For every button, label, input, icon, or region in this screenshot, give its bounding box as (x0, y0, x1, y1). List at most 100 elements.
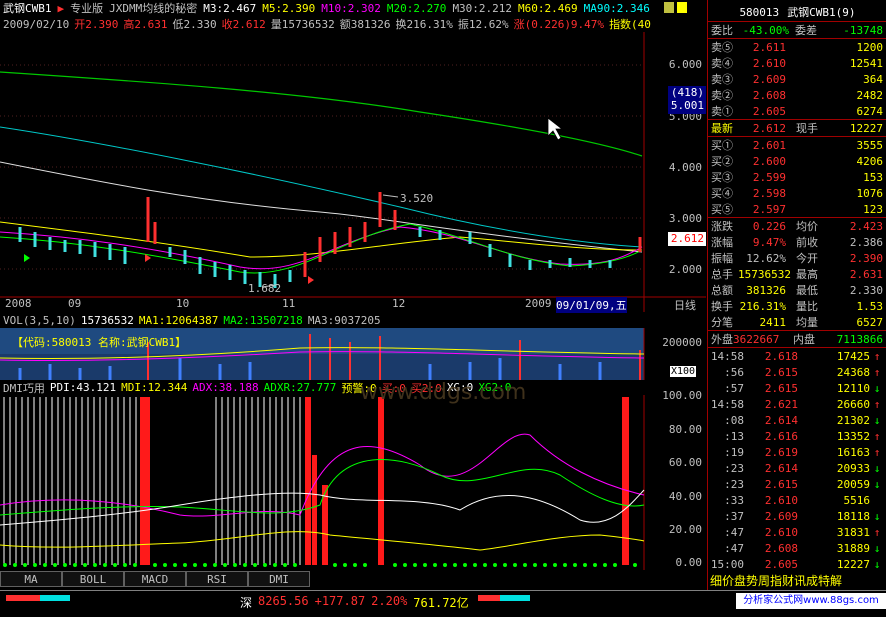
indicator-title[interactable]: JXDMM均线的秘密 (109, 0, 197, 16)
bar-high: 高2.631 (123, 18, 168, 31)
dmi-watermark: www.ddgs.com (360, 380, 527, 405)
buy5-row: 买⑤ 2.597 123 (711, 202, 883, 217)
index-ticker[interactable]: 深 8265.56 +177.87 2.20% 761.72亿 (240, 594, 469, 611)
tick-row: :23 2.615 20059 ↓ (724, 477, 881, 491)
dmi-axis-40: 40.00 (668, 490, 702, 503)
x-label-12: 12 (392, 297, 406, 310)
play-icon[interactable]: ▶ (58, 2, 65, 15)
status-bar: 深 8265.56 +177.87 2.20% 761.72亿 分析家公式网ww… (0, 590, 886, 617)
x-label-cursor-date: 09/01/09,五 (556, 297, 627, 313)
vol-axis-top: 200000 (662, 336, 702, 349)
volume-code-label: 【代码:580013 名称:武钢CWB1】 (12, 336, 187, 349)
quote-bottom-tabs[interactable]: 细价盘势周指财讯成特解 (708, 572, 886, 588)
tick-row: :37 2.609 18118 ↓ (724, 509, 881, 523)
bar-change: 涨(0.226)9.47% (513, 18, 605, 31)
buy4-row: 买④ 2.598 1076 (711, 186, 883, 201)
quote-name: 武钢CWB1(9) (787, 6, 856, 19)
vol-value: 15736532 (80, 313, 134, 327)
bar-low: 低2.330 (172, 18, 217, 31)
price-axis-2: 2.000 (668, 263, 702, 276)
sell5-row: 卖⑤ 2.611 1200 (711, 40, 883, 55)
buy1-row: 买① 2.601 3555 (711, 138, 883, 153)
tick-row: :47 2.608 31889 ↓ (724, 541, 881, 555)
stat-row-6: 分笔 2411 均量 6527 (711, 315, 883, 330)
tick-row: :19 2.619 16163 ↑ (724, 445, 881, 459)
sell3-row: 卖③ 2.609 364 (711, 72, 883, 87)
weicha-value: -13748 (843, 23, 883, 37)
lock-icon[interactable] (664, 2, 674, 13)
tick-row: :47 2.610 31831 ↑ (724, 525, 881, 539)
bar-date: 2009/02/10 (3, 17, 70, 31)
arrow-icon[interactable] (677, 2, 687, 13)
x-label-period[interactable]: 日线 (674, 297, 696, 313)
sell4-row: 卖④ 2.610 12541 (711, 56, 883, 71)
ma3-label: M3:2.467 (203, 1, 257, 15)
latest-row: 最新 2.612 现手 12227 (711, 121, 883, 136)
bar-close: 收2.612 (221, 18, 266, 31)
x-label-10: 10 (176, 297, 190, 310)
dmi-chart[interactable] (0, 395, 706, 570)
weibi-row: 委比 -43.00% 委差 -13748 (708, 22, 886, 38)
tick-row: :56 2.615 24368 ↑ (724, 365, 881, 379)
tab-ma[interactable]: MA (0, 571, 62, 587)
outer-inner-row: 外盘 3622667 内盘 7113866 (711, 332, 883, 347)
stat-row-4: 总额 381326 最低 2.330 (711, 283, 883, 298)
vol-ma3: MA3:9037205 (307, 313, 381, 327)
dmi-adxr: ADXR:27.777 (263, 381, 337, 394)
tick-row: :08 2.614 21302 ↓ (724, 413, 881, 427)
ma10-label: M10:2.302 (321, 1, 381, 15)
stat-row-2: 振幅 12.62% 今开 2.390 (711, 251, 883, 266)
vol-label: VOL(3,5,10) (3, 313, 76, 327)
peak-annotation: 3.520 (400, 192, 433, 205)
dmi-axis-0: 0.00 (675, 556, 703, 569)
dmi-axis-20: 20.00 (668, 523, 702, 536)
price-axis-6: 6.000 (668, 58, 702, 71)
ma30-label: M30:2.212 (452, 1, 513, 15)
vol-ma2: MA2:13507218 (223, 313, 303, 327)
dmi-axis-80: 80.00 (668, 423, 702, 436)
quote-panel: 580013 武钢CWB1(9) 委比 -43.00% 委差 -13748 卖⑤… (707, 0, 886, 617)
stat-row-1: 涨幅 9.47% 前收 2.386 (711, 235, 883, 250)
price-axis-3: 3.000 (668, 212, 702, 225)
price-axis-4: 4.000 (668, 161, 702, 174)
x-label-2009: 2009 (525, 297, 552, 310)
ma5-label: M5:2.390 (262, 1, 316, 15)
buy3-row: 买③ 2.599 153 (711, 170, 883, 185)
tick-row: 14:58 2.618 17425 ↑ (710, 349, 881, 363)
quote-code: 580013 (739, 5, 780, 19)
weicha-label: 委差 (795, 24, 817, 37)
tab-macd[interactable]: MACD (124, 571, 186, 587)
quote-title: 580013 武钢CWB1(9) (708, 4, 886, 20)
dmi-pdi: PDI:43.121 (49, 381, 117, 394)
bar-open: 开2.390 (74, 18, 119, 31)
ad-link[interactable]: 分析家公式网www.88gs.com (736, 593, 886, 609)
x-label-09: 09 (68, 297, 82, 310)
tab-rsi[interactable]: RSI (186, 571, 248, 587)
dmi-title: DMI巧用 (3, 381, 45, 395)
dmi-mdi: MDI:12.344 (121, 381, 188, 394)
vol-unit: X100 (670, 366, 697, 377)
bar-amplitude: 振12.62% (457, 18, 509, 31)
header-icons (664, 2, 704, 14)
dmi-axis-100: 100.00 (662, 389, 702, 402)
buy2-row: 买② 2.600 4206 (711, 154, 883, 169)
tab-boll[interactable]: BOLL (62, 571, 124, 587)
sell1-row: 卖① 2.605 6274 (711, 104, 883, 119)
dmi-axis-60: 60.00 (668, 456, 702, 469)
sell2-row: 卖② 2.608 2482 (711, 88, 883, 103)
tab-dmi[interactable]: DMI (248, 571, 310, 587)
indicator-tabs: MA BOLL MACD RSI DMI (0, 571, 706, 587)
weibi-label: 委比 (711, 24, 733, 37)
market-bar-cyan (40, 595, 70, 601)
stat-row-3: 总手 15736532 最高 2.631 (711, 267, 883, 282)
stock-name[interactable]: 武钢CWB1 (3, 0, 52, 16)
price-flag: (418) 5.001 (668, 86, 706, 114)
ma20-label: M20:2.270 (386, 1, 447, 15)
tick-row: :23 2.614 20933 ↓ (724, 461, 881, 475)
x-label-2008: 2008 (5, 297, 32, 310)
bar-info: 2009/02/10 开2.390 高2.631 低2.330 收2.612 量… (0, 16, 706, 32)
low-annotation: 1.682 (248, 282, 281, 295)
price-chart[interactable]: 3.520 1.682 (0, 32, 706, 312)
bar-volume: 量15736532 (270, 18, 335, 31)
dmi-header: DMI巧用 PDI:43.121 MDI:12.344 ADX:38.188 A… (0, 380, 706, 395)
